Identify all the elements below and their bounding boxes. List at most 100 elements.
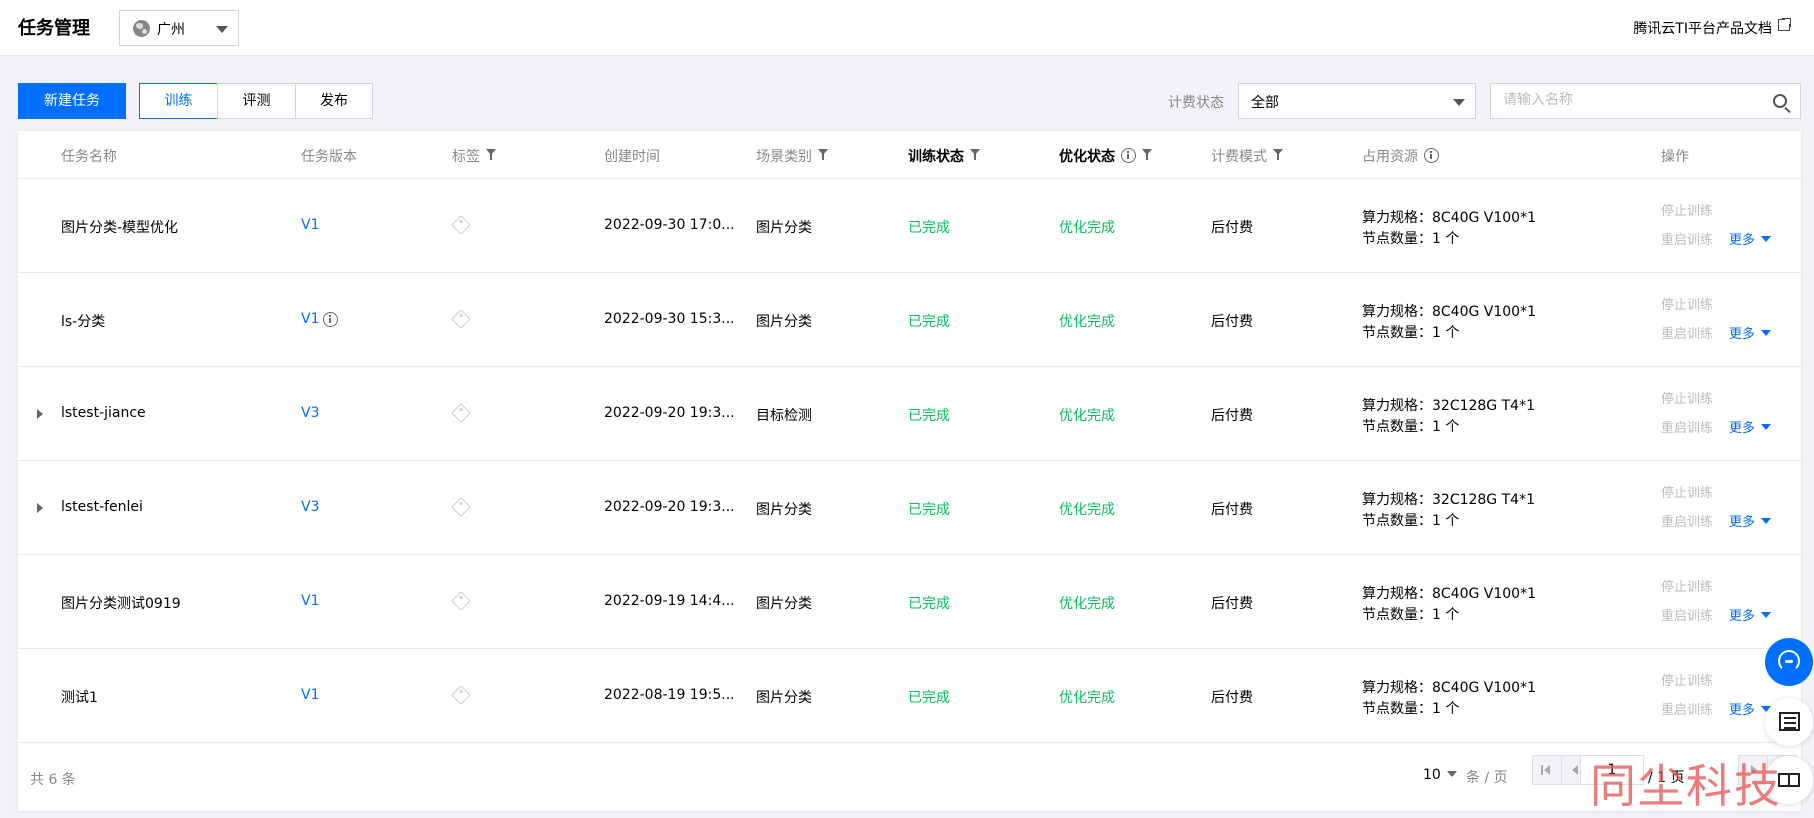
table-row: lstest-fenlei V3 2022-09-20 19:3... 图片分类 已完成… <box>18 461 1801 555</box>
info-icon[interactable] <box>1121 148 1136 163</box>
col-scene[interactable]: 场景类别 <box>756 146 828 166</box>
filter-icon[interactable] <box>486 149 496 161</box>
more-actions-button[interactable]: 更多 <box>1729 323 1772 342</box>
filter-icon[interactable] <box>1142 149 1152 161</box>
task-version-link[interactable]: V1 <box>301 687 319 703</box>
tag-icon[interactable] <box>451 215 471 235</box>
total-count: 共 6 条 <box>30 772 76 788</box>
expand-row-icon[interactable] <box>37 409 43 419</box>
restart-training-button[interactable]: 重启训练 <box>1661 511 1713 530</box>
tag-icon[interactable] <box>451 497 471 517</box>
tag-icon[interactable] <box>451 403 471 423</box>
new-task-button[interactable]: 新建任务 <box>18 83 126 119</box>
opt-status: 优化完成 <box>1059 408 1115 424</box>
billing-mode: 后付费 <box>1211 596 1253 612</box>
train-status: 已完成 <box>908 220 950 236</box>
billing-mode: 后付费 <box>1211 690 1253 706</box>
task-table: 任务名称 任务版本 标签 创建时间 场景类别 训练状态 优化状态 计费模式 占用… <box>18 131 1801 811</box>
resource-nodes: 节点数量：1 个 <box>1362 231 1460 247</box>
train-status: 已完成 <box>908 690 950 706</box>
col-train-status[interactable]: 训练状态 <box>908 146 980 166</box>
list-icon <box>1779 712 1800 731</box>
watermark: 同尘科技 <box>1590 759 1782 813</box>
region-selector[interactable]: 广州 <box>119 10 239 46</box>
restart-training-button[interactable]: 重启训练 <box>1661 323 1713 342</box>
restart-training-button[interactable]: 重启训练 <box>1661 605 1713 624</box>
filter-icon[interactable] <box>818 149 828 161</box>
more-label: 更多 <box>1729 233 1756 248</box>
search-icon[interactable] <box>1773 94 1787 108</box>
tab-train[interactable]: 训练 <box>139 83 218 119</box>
info-icon[interactable] <box>1424 148 1439 163</box>
train-status: 已完成 <box>908 314 950 330</box>
external-link-icon[interactable] <box>1778 17 1792 31</box>
billing-mode: 后付费 <box>1211 220 1253 236</box>
search-box[interactable] <box>1490 83 1801 119</box>
resource-spec: 算力规格：8C40G V100*1 <box>1362 586 1537 602</box>
pagination: 共 6 条 10 条 / 页 1 / 1 页 <box>18 741 1801 811</box>
more-actions-button[interactable]: 更多 <box>1729 511 1772 530</box>
list-panel-button[interactable] <box>1765 698 1813 746</box>
globe-icon <box>133 20 150 37</box>
task-name: lstest-fenlei <box>61 499 143 515</box>
stop-training-button[interactable]: 停止训练 <box>1661 200 1713 219</box>
first-page-button[interactable] <box>1532 755 1562 785</box>
created-time: 2022-09-30 17:0... <box>604 217 735 233</box>
task-name: 测试1 <box>61 690 98 706</box>
first-page-icon <box>1541 765 1543 775</box>
stop-training-button[interactable]: 停止训练 <box>1661 576 1713 595</box>
restart-training-button[interactable]: 重启训练 <box>1661 699 1713 718</box>
resource-nodes: 节点数量：1 个 <box>1362 325 1460 341</box>
stop-training-button[interactable]: 停止训练 <box>1661 388 1713 407</box>
billing-mode: 后付费 <box>1211 502 1253 518</box>
task-version-link[interactable]: V3 <box>301 405 319 421</box>
tab-publish[interactable]: 发布 <box>295 83 373 119</box>
per-page-label: 条 / 页 <box>1466 770 1508 786</box>
opt-status: 优化完成 <box>1059 314 1115 330</box>
task-version-link[interactable]: V1 <box>301 593 319 609</box>
restart-training-button[interactable]: 重启训练 <box>1661 417 1713 436</box>
restart-training-button[interactable]: 重启训练 <box>1661 229 1713 248</box>
tag-icon[interactable] <box>451 685 471 705</box>
tag-icon[interactable] <box>451 591 471 611</box>
page-size-select[interactable]: 10 <box>1423 767 1457 783</box>
more-actions-button[interactable]: 更多 <box>1729 605 1772 624</box>
resource-nodes: 节点数量：1 个 <box>1362 701 1460 717</box>
more-actions-button[interactable]: 更多 <box>1729 229 1772 248</box>
col-opt-status[interactable]: 优化状态 <box>1059 146 1152 166</box>
support-button[interactable] <box>1765 638 1813 686</box>
more-label: 更多 <box>1729 515 1756 530</box>
task-version-link[interactable]: V1 <box>301 217 319 233</box>
chevron-down-icon <box>1761 236 1772 242</box>
filter-icon[interactable] <box>970 149 980 161</box>
stop-training-button[interactable]: 停止训练 <box>1661 670 1713 689</box>
col-scene-label: 场景类别 <box>756 149 812 165</box>
billing-status-select[interactable]: 全部 <box>1238 83 1476 119</box>
task-version-link[interactable]: V3 <box>301 499 319 515</box>
stop-training-button[interactable]: 停止训练 <box>1661 294 1713 313</box>
opt-status: 优化完成 <box>1059 596 1115 612</box>
more-actions-button[interactable]: 更多 <box>1729 699 1772 718</box>
train-status: 已完成 <box>908 596 950 612</box>
col-created-time: 创建时间 <box>604 149 660 165</box>
scene-category: 图片分类 <box>756 596 812 612</box>
chevron-down-icon <box>1446 771 1457 777</box>
more-actions-button[interactable]: 更多 <box>1729 417 1772 436</box>
col-billing-mode-label: 计费模式 <box>1211 149 1267 165</box>
info-icon[interactable] <box>323 312 338 327</box>
tag-icon[interactable] <box>451 309 471 329</box>
table-row: lstest-jiance V3 2022-09-20 19:3... 目标检测 已完成… <box>18 367 1801 461</box>
tab-evaluate[interactable]: 评测 <box>217 83 296 119</box>
search-input[interactable] <box>1503 92 1753 108</box>
expand-row-icon[interactable] <box>37 503 43 513</box>
docs-link[interactable]: 腾讯云TI平台产品文档 <box>1633 18 1772 38</box>
task-version-link[interactable]: V1 <box>301 311 319 327</box>
col-billing-mode[interactable]: 计费模式 <box>1211 146 1283 166</box>
opt-status: 优化完成 <box>1059 690 1115 706</box>
more-label: 更多 <box>1729 703 1756 718</box>
top-bar: 任务管理 广州 腾讯云TI平台产品文档 <box>0 0 1814 56</box>
col-tags[interactable]: 标签 <box>452 146 496 166</box>
more-label: 更多 <box>1729 327 1756 342</box>
stop-training-button[interactable]: 停止训练 <box>1661 482 1713 501</box>
filter-icon[interactable] <box>1273 149 1283 161</box>
